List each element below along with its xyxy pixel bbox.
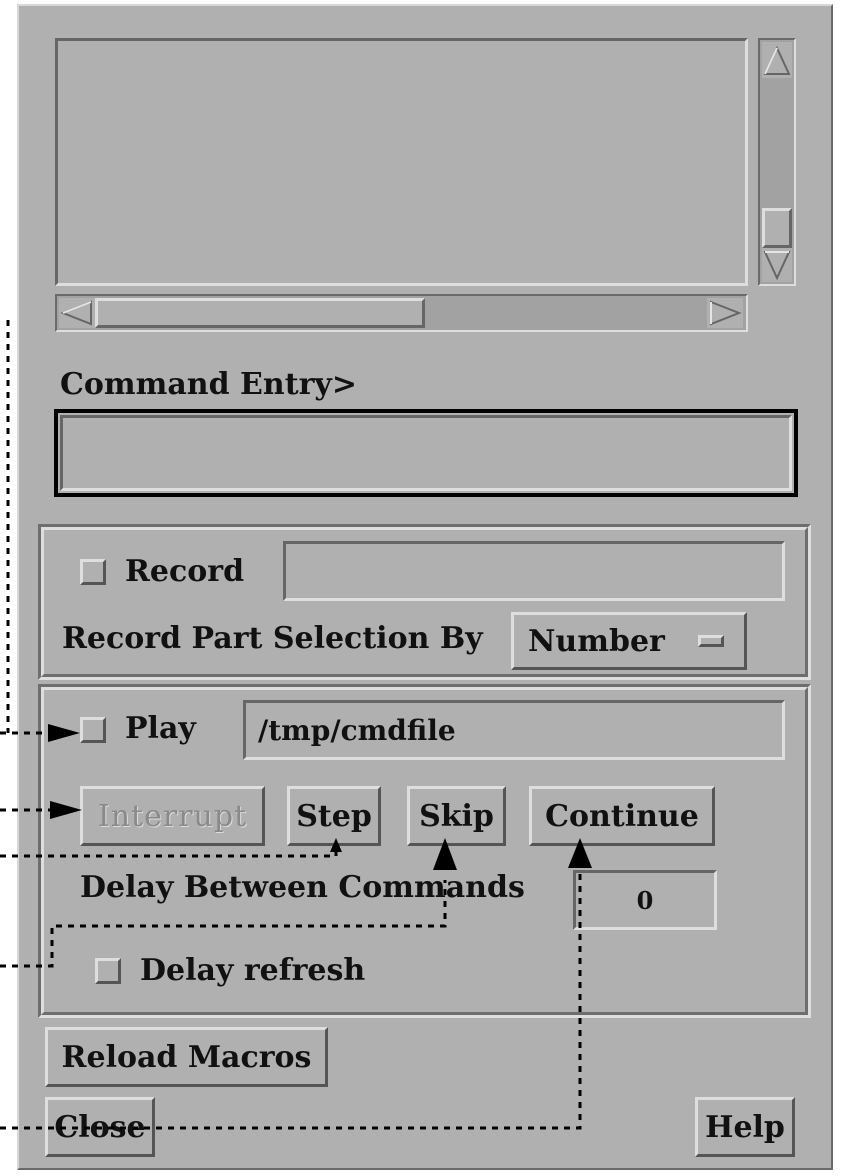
record-label: Record [125,554,245,589]
continue-button[interactable]: Continue [529,786,715,846]
scroll-down-button[interactable] [762,248,792,282]
record-part-selection-menu[interactable]: Number [511,612,747,670]
command-entry-label: Command Entry> [60,367,357,402]
scroll-right-button[interactable] [707,298,743,328]
up-arrow-icon [763,45,791,75]
scroll-left-button[interactable] [59,298,95,328]
history-text-area[interactable] [55,38,748,286]
record-part-selection-value: Number [528,623,665,659]
record-part-selection-label: Record Part Selection By [62,621,483,656]
record-filename-field[interactable] [283,541,785,601]
delay-value-field[interactable]: 0 [573,870,717,930]
step-button[interactable]: Step [287,786,381,846]
right-arrow-icon [710,300,742,326]
reload-macros-button[interactable]: Reload Macros [45,1027,328,1087]
delay-refresh-checkbox[interactable] [95,958,121,984]
option-menu-indicator-icon [698,635,724,647]
horizontal-scrollbar[interactable] [55,294,748,332]
skip-button[interactable]: Skip [407,786,506,846]
play-label: Play [125,711,196,746]
scroll-up-button[interactable] [762,42,792,78]
command-entry-field[interactable] [60,415,792,491]
close-button[interactable]: Close [45,1097,155,1157]
play-filename-field[interactable]: /tmp/cmdfile [243,700,785,760]
command-entry-focus-border [54,409,798,497]
play-checkbox[interactable] [80,717,106,743]
left-arrow-icon [60,300,92,326]
vertical-scrollbar[interactable] [758,38,796,286]
help-button[interactable]: Help [695,1097,795,1157]
interrupt-button[interactable]: Interrupt [80,786,265,846]
horizontal-scroll-thumb[interactable] [95,298,425,328]
record-checkbox[interactable] [80,559,106,585]
down-arrow-icon [763,251,791,281]
delay-refresh-label: Delay refresh [140,953,366,988]
vertical-scroll-thumb[interactable] [762,208,792,248]
delay-between-commands-label: Delay Between Commands [80,870,525,905]
